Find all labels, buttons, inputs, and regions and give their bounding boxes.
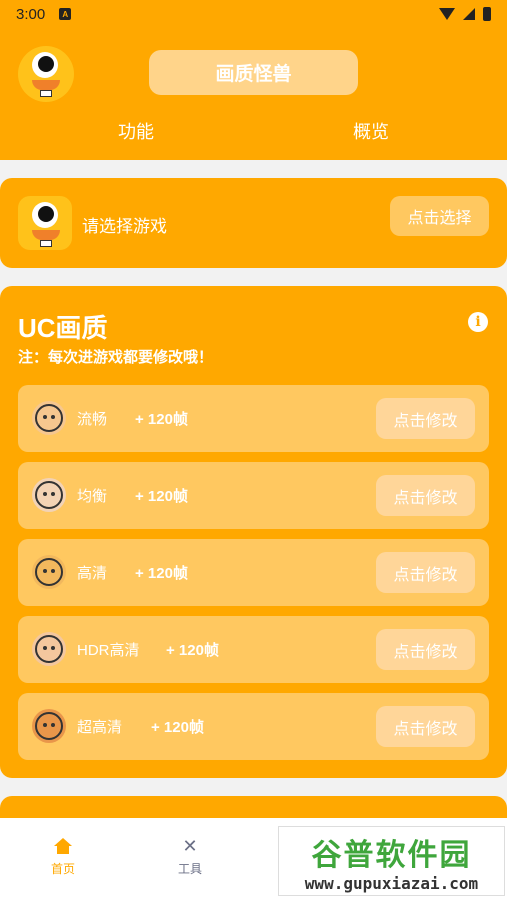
option-fps: + 120帧 [135,411,188,428]
option-row-hd: 高清 + 120帧 点击修改 [18,539,489,606]
option-name: 超高清 [77,719,123,736]
option-fps: + 120帧 [166,642,219,659]
signal-icon [463,8,475,20]
nav-item-tools[interactable]: ✕ 工具 [160,836,220,877]
option-name: HDR高清 [77,642,140,659]
tab-overview[interactable]: 概览 [353,118,389,144]
option-fps: + 120帧 [151,719,204,736]
uc-quality-card: UC画质 i 注：每次进游戏都要修改哦！ 流畅 + 120帧 点击修改 均衡 +… [0,286,507,778]
cow-icon [32,478,66,512]
watermark: 谷普软件园 www.gupuxiazai.com [278,826,505,896]
info-icon[interactable]: i [468,312,488,332]
select-game-button[interactable]: 点击选择 [390,196,489,236]
modify-button[interactable]: 点击修改 [376,629,475,670]
modify-button[interactable]: 点击修改 [376,552,475,593]
option-row-smooth: 流畅 + 120帧 点击修改 [18,385,489,452]
option-fps: + 120帧 [135,565,188,582]
status-icons [439,7,491,21]
rabbit-icon [32,632,66,666]
wifi-icon [439,8,455,20]
game-avatar [18,196,72,250]
watermark-title: 谷普软件园 [311,838,472,872]
modify-button[interactable]: 点击修改 [376,706,475,747]
status-time: 3:00 [16,5,46,23]
dragon-icon [32,709,66,743]
watermark-url: www.gupuxiazai.com [304,873,479,893]
header: 画质怪兽 功能 概览 [0,28,507,160]
option-name: 高清 [77,565,108,582]
modify-button[interactable]: 点击修改 [376,475,475,516]
option-row-ultra-hd: 超高清 + 120帧 点击修改 [18,693,489,760]
tab-features[interactable]: 功能 [118,118,154,144]
uc-title: UC画质 [18,313,108,343]
mouse-icon [32,401,66,435]
modify-button[interactable]: 点击修改 [376,398,475,439]
nav-label: 首页 [50,862,75,876]
option-name: 流畅 [77,411,108,428]
tools-icon: ✕ [182,836,198,856]
app-title: 画质怪兽 [149,50,358,95]
select-game-prompt: 请选择游戏 [82,217,167,236]
home-icon [54,838,72,854]
select-game-card: 请选择游戏 点击选择 [0,178,507,268]
option-name: 均衡 [77,488,108,505]
nav-label: 工具 [177,862,202,876]
app-logo-avatar[interactable] [18,46,74,102]
nav-item-home[interactable]: 首页 [33,838,93,877]
notification-icon: A [59,8,72,20]
option-row-balanced: 均衡 + 120帧 点击修改 [18,462,489,529]
battery-icon [483,7,491,21]
option-row-hdr-hd: HDR高清 + 120帧 点击修改 [18,616,489,683]
tiger-icon [32,555,66,589]
status-bar: 3:00 A [0,0,507,28]
uc-note: 注：每次进游戏都要修改哦！ [18,349,214,366]
option-fps: + 120帧 [135,488,188,505]
